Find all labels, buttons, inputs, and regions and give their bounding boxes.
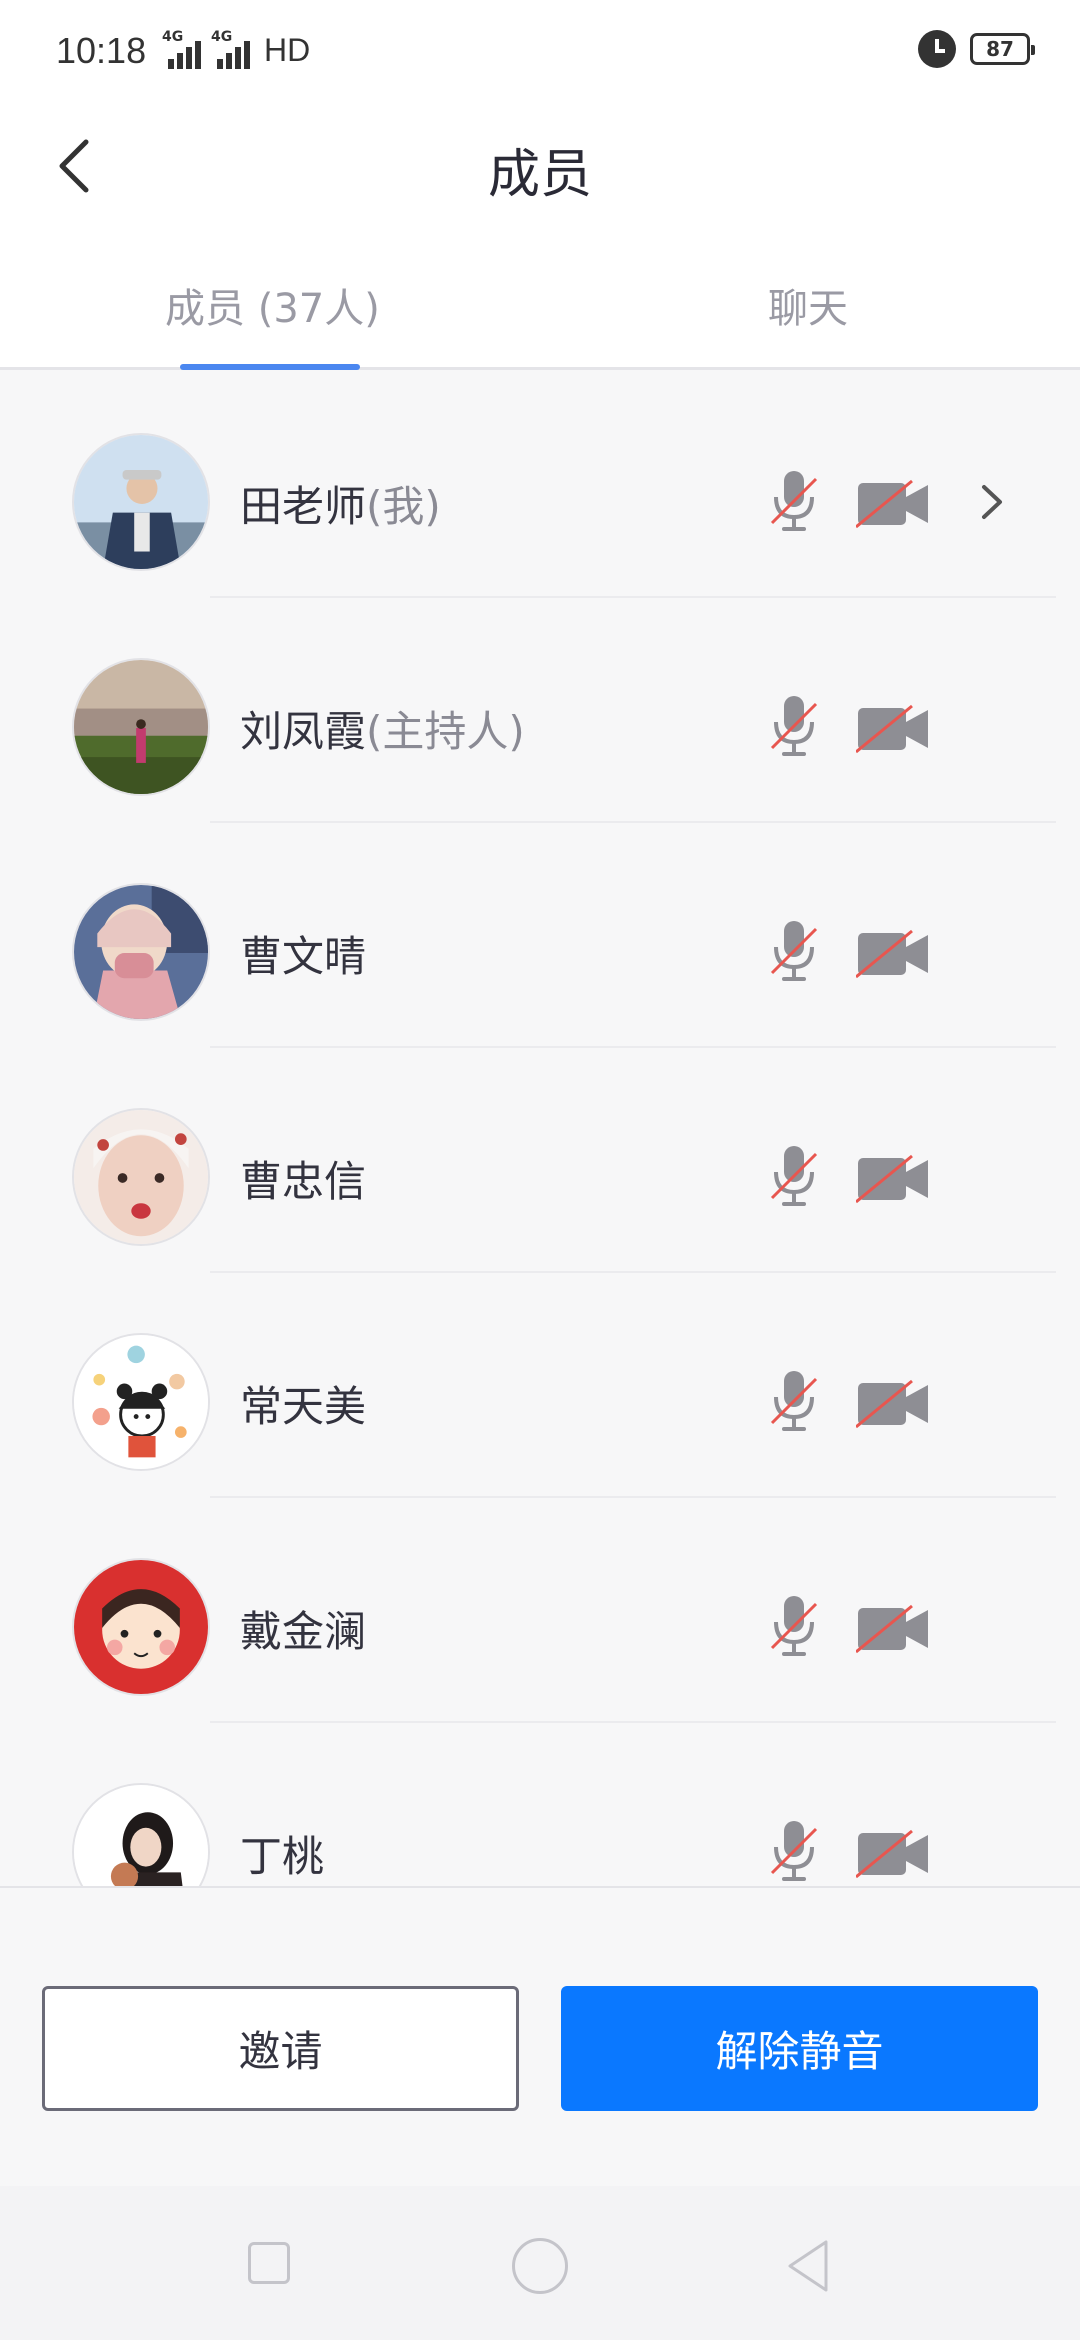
camera-off-icon[interactable] [856, 704, 930, 754]
camera-off-icon[interactable] [856, 1154, 930, 1204]
avatar [72, 433, 210, 571]
member-row[interactable]: 曹忠信 [0, 1048, 1080, 1273]
mic-muted-icon[interactable] [768, 1819, 820, 1885]
member-name-text: 曹文晴 [240, 932, 367, 981]
member-name-text: 刘凤霞 [240, 707, 367, 756]
chevron-right-icon[interactable] [974, 477, 1008, 527]
member-role: (主持人) [366, 707, 525, 756]
member-row[interactable]: 常天美 [0, 1273, 1080, 1498]
avatar [72, 1783, 210, 1886]
unmute-button[interactable]: 解除静音 [561, 1986, 1038, 2111]
hd-label: HD [264, 32, 311, 68]
mic-muted-icon[interactable] [768, 694, 820, 760]
nav-bar: 成员 [0, 100, 1080, 230]
network-label: 4G [211, 29, 233, 45]
member-list[interactable]: 田老师(我) 刘凤霞(主持人) 曹文晴 曹忠信 常天美 戴金澜 丁桃 [0, 373, 1080, 1886]
invite-button[interactable]: 邀请 [42, 1986, 519, 2111]
status-bar: 10:18 4G 4G HD 87 [0, 0, 1080, 100]
camera-off-icon[interactable] [856, 479, 930, 529]
signal-icon: 4G [162, 29, 201, 69]
member-name: 常天美 [240, 1373, 366, 1434]
alarm-icon [918, 30, 956, 68]
member-name: 曹忠信 [240, 1148, 366, 1209]
avatar [72, 883, 210, 1021]
member-name-text: 常天美 [240, 1382, 367, 1431]
avatar [72, 1558, 210, 1696]
signal-indicators: 4G 4G HD [162, 29, 311, 69]
back-triangle-icon[interactable] [782, 2236, 834, 2296]
page-title: 成员 [487, 145, 592, 205]
member-name-text: 丁桃 [240, 1832, 325, 1881]
member-name: 田老师(我) [240, 473, 441, 534]
mic-muted-icon[interactable] [768, 1144, 820, 1210]
camera-off-icon[interactable] [856, 1379, 930, 1429]
camera-off-icon[interactable] [856, 1829, 930, 1879]
avatar [72, 1333, 210, 1471]
member-name-text: 曹忠信 [240, 1157, 367, 1206]
member-role: (我) [366, 482, 441, 531]
member-name-text: 戴金澜 [240, 1607, 367, 1656]
member-row[interactable]: 丁桃 [0, 1723, 1080, 1886]
status-right: 87 [918, 30, 1035, 68]
system-nav-bar [0, 2186, 1080, 2340]
member-name: 刘凤霞(主持人) [240, 698, 525, 759]
recent-apps-icon[interactable] [248, 2242, 290, 2284]
member-name: 曹文晴 [240, 923, 366, 984]
member-name-text: 田老师 [240, 482, 367, 531]
member-row[interactable]: 田老师(我) [0, 373, 1080, 598]
mic-muted-icon[interactable] [768, 1594, 820, 1660]
member-name: 戴金澜 [240, 1598, 366, 1659]
camera-off-icon[interactable] [856, 929, 930, 979]
home-icon[interactable] [512, 2238, 568, 2294]
tab-members[interactable]: 成员 (37人) [165, 276, 380, 334]
active-tab-indicator [180, 364, 360, 370]
member-row[interactable]: 曹文晴 [0, 823, 1080, 1048]
mic-muted-icon[interactable] [768, 919, 820, 985]
member-row[interactable]: 戴金澜 [0, 1498, 1080, 1723]
network-label: 4G [162, 29, 184, 45]
battery-icon: 87 [970, 33, 1035, 65]
tab-chat[interactable]: 聊天 [768, 276, 848, 334]
mic-muted-icon[interactable] [768, 469, 820, 535]
avatar [72, 1108, 210, 1246]
battery-level: 87 [986, 37, 1014, 61]
signal-icon: 4G [211, 29, 250, 69]
camera-off-icon[interactable] [856, 1604, 930, 1654]
tab-bar: 成员 (37人) 聊天 [0, 230, 1080, 370]
avatar [72, 658, 210, 796]
member-name: 丁桃 [240, 1823, 324, 1884]
bottom-action-bar: 邀请 解除静音 [0, 1886, 1080, 2186]
member-row[interactable]: 刘凤霞(主持人) [0, 598, 1080, 823]
mic-muted-icon[interactable] [768, 1369, 820, 1435]
status-time: 10:18 [56, 30, 147, 71]
